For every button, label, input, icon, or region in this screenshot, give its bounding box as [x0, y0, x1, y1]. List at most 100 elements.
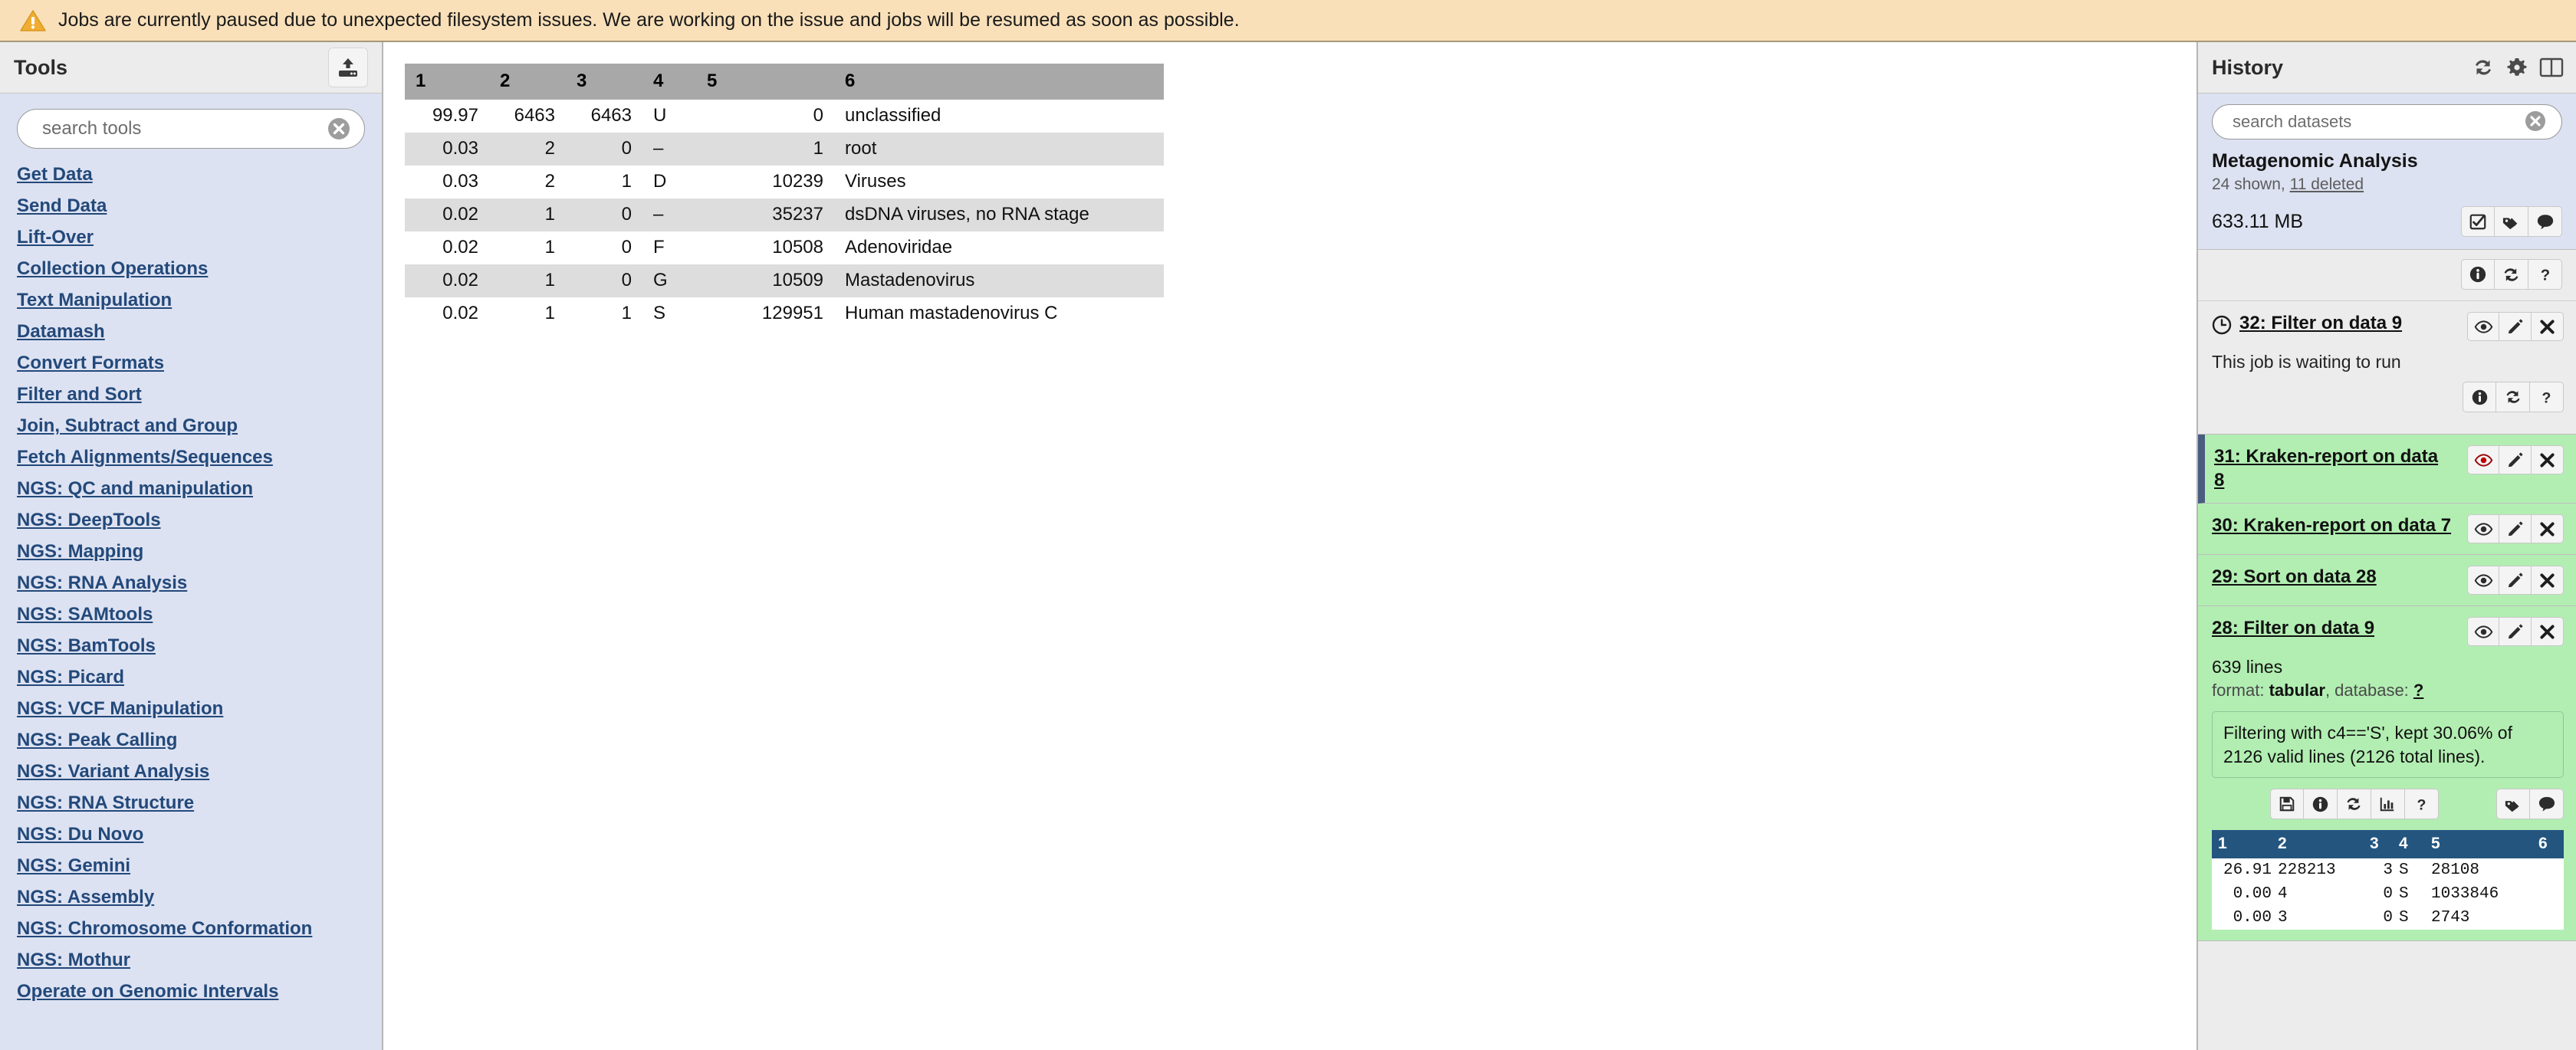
tool-category-ngs-bamtools[interactable]: NGS: BamTools — [17, 631, 382, 662]
database-value-link[interactable]: ? — [2413, 681, 2423, 700]
tool-category-ngs-mapping[interactable]: NGS: Mapping — [17, 536, 382, 568]
history-item-31[interactable]: 31: Kraken-report on data 8 — [2198, 435, 2576, 504]
annotation-icon[interactable] — [2530, 789, 2564, 820]
tool-category-lift-over[interactable]: Lift-Over — [17, 222, 382, 254]
history-item-title[interactable]: 28: Filter on data 9 — [2212, 617, 2453, 641]
refresh-icon[interactable] — [2472, 56, 2495, 79]
search-tools-input[interactable] — [42, 118, 307, 139]
help-icon[interactable]: ? — [2528, 259, 2562, 290]
tool-category-ngs-vcf-manipulation[interactable]: NGS: VCF Manipulation — [17, 694, 382, 725]
delete-icon[interactable] — [2532, 566, 2564, 596]
history-item-title[interactable]: 32: Filter on data 9 — [2239, 312, 2453, 336]
tool-category-ngs-samtools[interactable]: NGS: SAMtools — [17, 599, 382, 631]
save-icon[interactable] — [2269, 789, 2304, 820]
search-datasets-input[interactable] — [2233, 112, 2509, 132]
tool-category-convert-formats[interactable]: Convert Formats — [17, 348, 382, 379]
clear-circle-icon[interactable] — [326, 116, 352, 142]
help-icon[interactable]: ? — [2404, 789, 2439, 820]
history-item-30[interactable]: 30: Kraken-report on data 7 — [2198, 504, 2576, 556]
tool-category-ngs-du-novo[interactable]: NGS: Du Novo — [17, 819, 382, 851]
help-icon[interactable]: ? — [2530, 382, 2564, 412]
info-icon[interactable] — [2461, 259, 2495, 290]
clear-circle-icon[interactable] — [2523, 109, 2549, 135]
tool-category-ngs-assembly[interactable]: NGS: Assembly — [17, 882, 382, 914]
history-item-28[interactable]: 28: Filter on data 9 639 lines format: t… — [2198, 606, 2576, 942]
history-item-header: 30: Kraken-report on data 7 — [2212, 514, 2564, 544]
display-icon[interactable] — [2467, 566, 2499, 596]
tool-category-ngs-chromosome-conformation[interactable]: NGS: Chromosome Conformation — [17, 914, 382, 945]
tool-category-filter-and-sort[interactable]: Filter and Sort — [17, 379, 382, 411]
info-icon[interactable] — [2303, 789, 2338, 820]
cell-percent: 0.02 — [405, 297, 489, 330]
tool-category-collection-operations[interactable]: Collection Operations — [17, 254, 382, 285]
history-deleted-link[interactable]: 11 deleted — [2290, 176, 2364, 193]
history-item-header: 29: Sort on data 28 — [2212, 566, 2564, 596]
edit-icon[interactable] — [2499, 514, 2532, 544]
tool-category-ngs-gemini[interactable]: NGS: Gemini — [17, 851, 382, 882]
history-item-title[interactable]: 29: Sort on data 28 — [2212, 566, 2453, 589]
tags-icon[interactable] — [2495, 206, 2528, 237]
tool-category-ngs-picard[interactable]: NGS: Picard — [17, 662, 382, 694]
select-checkbox-icon[interactable] — [2461, 206, 2495, 237]
tool-category-ngs-peak-calling[interactable]: NGS: Peak Calling — [17, 725, 382, 756]
split-columns-icon[interactable] — [2539, 57, 2564, 78]
display-icon[interactable] — [2467, 312, 2499, 341]
tags-icon[interactable] — [2496, 789, 2530, 820]
cell-percent: 0.03 — [405, 133, 489, 166]
tools-search-box[interactable] — [17, 109, 365, 149]
history-item-title[interactable]: 30: Kraken-report on data 7 — [2212, 514, 2453, 538]
tool-category-ngs-qc[interactable]: NGS: QC and manipulation — [17, 474, 382, 505]
history-item-action-group: ? — [2463, 382, 2564, 412]
cell-name: Human mastadenovirus C — [834, 297, 1164, 330]
history-size-row: 633.11 MB — [2212, 206, 2562, 237]
info-icon[interactable] — [2463, 382, 2496, 412]
tool-category-ngs-mothur[interactable]: NGS: Mothur — [17, 945, 382, 976]
history-search-box[interactable] — [2212, 104, 2562, 139]
history-panel-title: History — [2212, 55, 2284, 79]
tool-category-get-data[interactable]: Get Data — [17, 159, 382, 191]
delete-icon[interactable] — [2532, 445, 2564, 474]
cell-rank: D — [642, 166, 696, 199]
tool-category-ngs-variant-analysis[interactable]: NGS: Variant Analysis — [17, 756, 382, 788]
upload-button[interactable] — [328, 48, 368, 87]
delete-icon[interactable] — [2532, 312, 2564, 341]
history-name: Metagenomic Analysis — [2212, 150, 2418, 172]
history-item-line-count: 639 lines — [2212, 657, 2283, 678]
table-row: 0.03 2 0 – 1 root — [405, 133, 1164, 166]
delete-icon[interactable] — [2532, 617, 2564, 647]
tool-category-ngs-rna-analysis[interactable]: NGS: RNA Analysis — [17, 568, 382, 599]
annotation-icon[interactable] — [2528, 206, 2562, 237]
cell-taxid: 10239 — [696, 166, 834, 199]
cell-taxid: 1 — [696, 133, 834, 166]
chart-icon[interactable] — [2371, 789, 2405, 820]
tool-category-operate-on-genomic-intervals[interactable]: Operate on Genomic Intervals — [17, 976, 382, 1008]
display-icon[interactable] — [2467, 617, 2499, 647]
history-item-29[interactable]: 29: Sort on data 28 — [2198, 555, 2576, 607]
tool-category-datamash[interactable]: Datamash — [17, 317, 382, 348]
tool-category-ngs-deeptools[interactable]: NGS: DeepTools — [17, 505, 382, 536]
history-toolbar-actions: ? — [2461, 259, 2562, 290]
dataset-header-row: 1 2 3 4 5 6 — [405, 64, 1164, 100]
edit-icon[interactable] — [2499, 445, 2532, 474]
table-row: 0.02 1 0 – 35237 dsDNA viruses, no RNA s… — [405, 199, 1164, 231]
tool-category-ngs-rna-structure[interactable]: NGS: RNA Structure — [17, 788, 382, 819]
edit-icon[interactable] — [2499, 566, 2532, 596]
tool-category-fetch-alignments[interactable]: Fetch Alignments/Sequences — [17, 442, 382, 474]
refresh-icon[interactable] — [2495, 259, 2528, 290]
tool-category-text-manipulation[interactable]: Text Manipulation — [17, 285, 382, 317]
gear-icon[interactable] — [2505, 56, 2528, 79]
edit-icon[interactable] — [2499, 617, 2532, 647]
display-icon[interactable] — [2467, 514, 2499, 544]
tool-category-join-subtract-group[interactable]: Join, Subtract and Group — [17, 411, 382, 442]
cell-clade-reads: 1 — [489, 297, 566, 330]
display-icon[interactable] — [2467, 445, 2499, 474]
edit-icon[interactable] — [2499, 312, 2532, 341]
tool-category-list: Get Data Send Data Lift-Over Collection … — [0, 159, 382, 1008]
refresh-icon[interactable] — [2496, 382, 2530, 412]
tool-category-send-data[interactable]: Send Data — [17, 191, 382, 222]
refresh-icon[interactable] — [2337, 789, 2371, 820]
history-item-actions: ? — [2212, 789, 2564, 820]
history-item-32[interactable]: 32: Filter on data 9 This job is waiting… — [2198, 301, 2576, 435]
history-item-title[interactable]: 31: Kraken-report on data 8 — [2214, 445, 2453, 492]
delete-icon[interactable] — [2532, 514, 2564, 544]
